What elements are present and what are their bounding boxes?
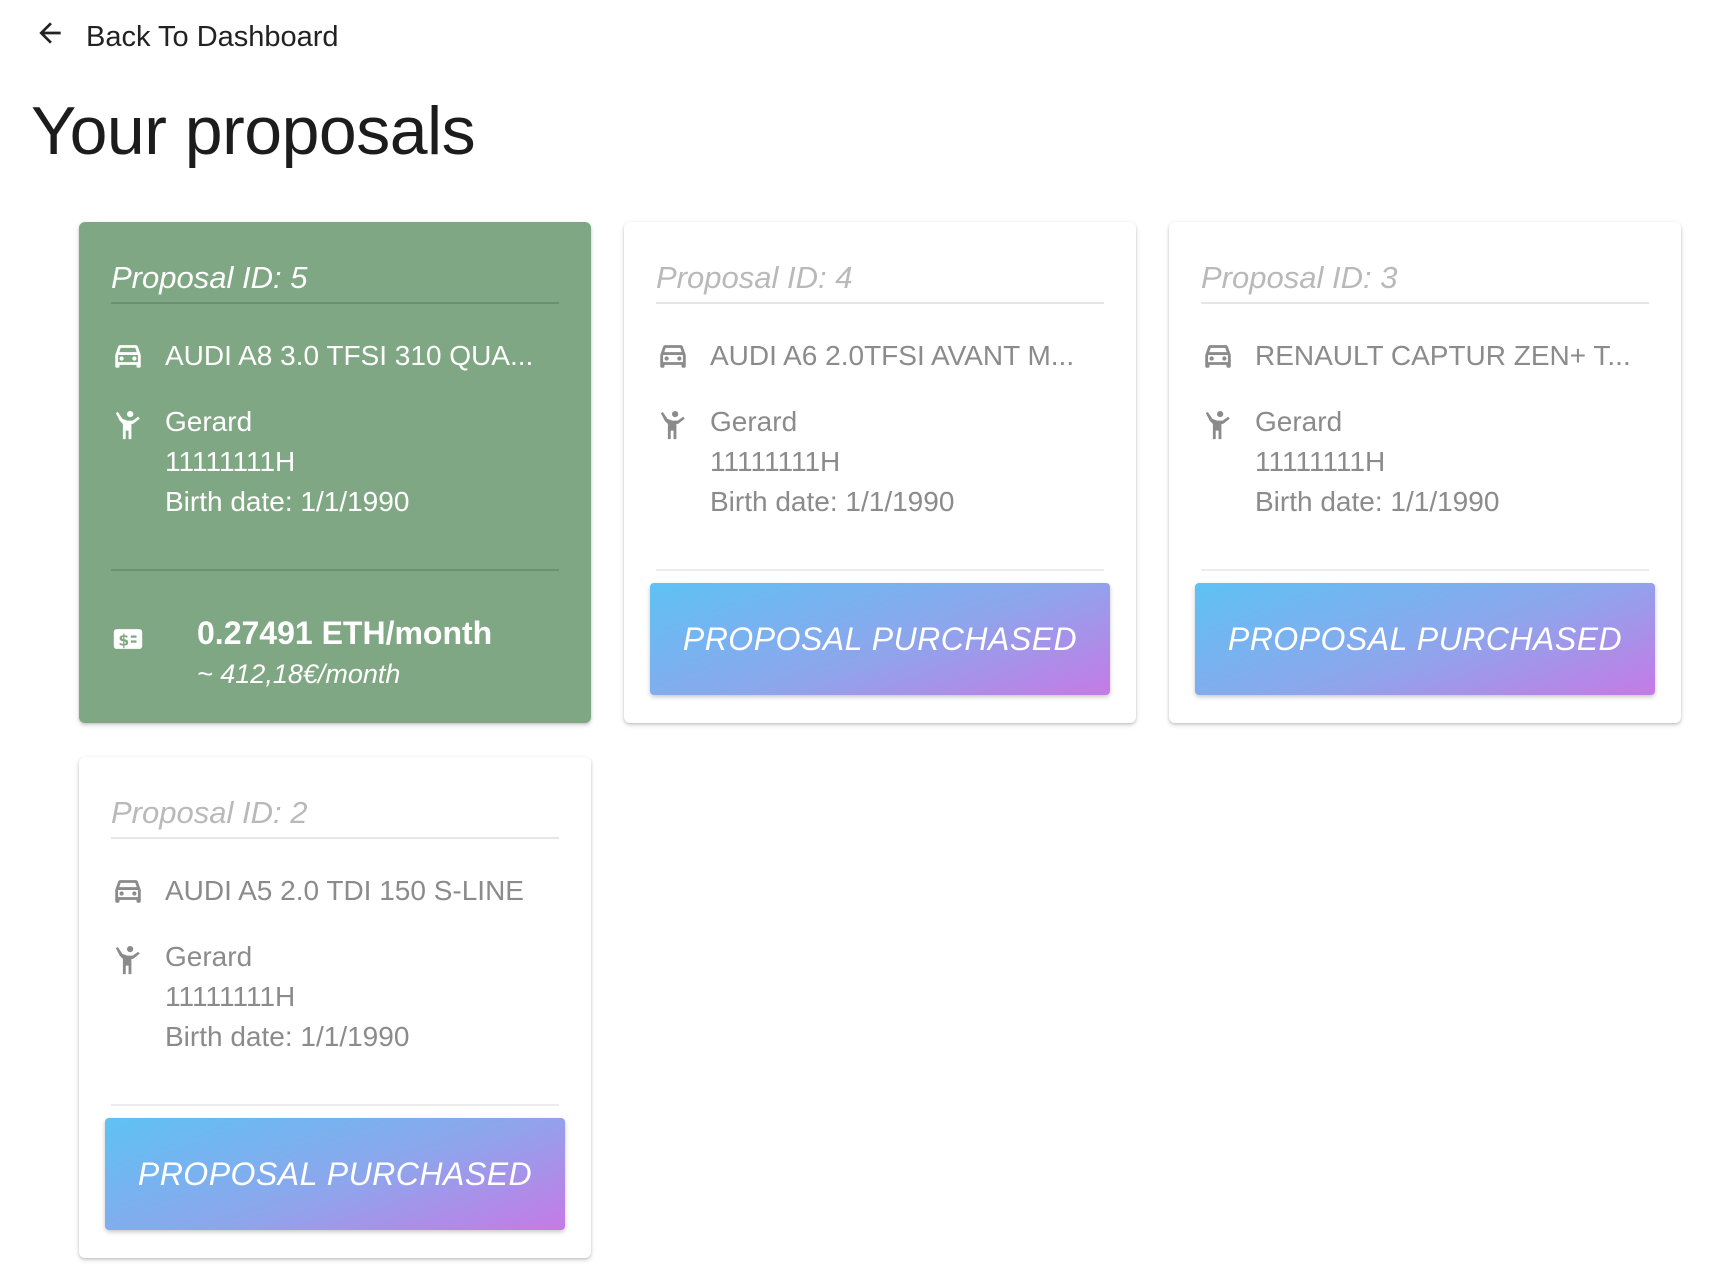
birth-date: Birth date: 1/1/1990: [710, 486, 955, 517]
person-icon: [111, 408, 145, 442]
back-link-label: Back To Dashboard: [86, 20, 339, 53]
proposal-card: Proposal ID: 2 AUDI A5 2.0 TDI 150 S-LIN…: [79, 757, 591, 1258]
person-icon: [1201, 408, 1235, 442]
person-info: Gerard 11111111H Birth date: 1/1/1990: [1255, 402, 1499, 522]
person-id: 11111111H: [1255, 446, 1386, 477]
money-icon: $: [111, 622, 145, 656]
person-icon: [111, 943, 145, 977]
car-row: AUDI A8 3.0 TFSI 310 QUA...: [111, 336, 533, 376]
person-id: 11111111H: [710, 446, 841, 477]
card-divider: [111, 569, 559, 571]
proposal-id-title: Proposal ID: 4: [656, 260, 1104, 304]
car-row: AUDI A6 2.0TFSI AVANT M...: [656, 336, 1074, 376]
proposal-card: Proposal ID: 3 RENAULT CAPTUR ZEN+ T... …: [1169, 222, 1681, 723]
card-divider: [656, 569, 1104, 571]
car-icon: [111, 873, 145, 907]
price-row: $ 0.27491 ETH/month ~ 412,18€/month: [111, 612, 492, 694]
svg-text:$: $: [118, 631, 129, 649]
card-divider: [111, 1104, 559, 1106]
car-row: RENAULT CAPTUR ZEN+ T...: [1201, 336, 1631, 376]
price-eur: ~ 412,18€/month: [197, 659, 401, 689]
person-info: Gerard 11111111H Birth date: 1/1/1990: [165, 937, 409, 1057]
card-divider: [1201, 569, 1649, 571]
price-info: 0.27491 ETH/month ~ 412,18€/month: [197, 612, 492, 694]
person-name: Gerard: [165, 406, 253, 437]
proposals-page: Back To Dashboard Your proposals Proposa…: [0, 0, 1710, 1286]
proposal-id-title: Proposal ID: 3: [1201, 260, 1649, 304]
person-name: Gerard: [165, 941, 253, 972]
page-title: Your proposals: [31, 93, 476, 169]
proposal-id-title: Proposal ID: 5: [111, 260, 559, 304]
car-name: RENAULT CAPTUR ZEN+ T...: [1255, 340, 1631, 371]
car-icon: [1201, 338, 1235, 372]
back-to-dashboard-link[interactable]: Back To Dashboard: [34, 14, 339, 60]
proposal-card: Proposal ID: 4 AUDI A6 2.0TFSI AVANT M..…: [624, 222, 1136, 723]
car-icon: [111, 338, 145, 372]
birth-date: Birth date: 1/1/1990: [1255, 486, 1500, 517]
proposal-card-selected[interactable]: Proposal ID: 5 AUDI A8 3.0 TFSI 310 QUA.…: [79, 222, 591, 723]
person-icon: [656, 408, 690, 442]
proposal-purchased-button[interactable]: PROPOSAL PURCHASED: [1195, 583, 1655, 695]
person-info: Gerard 11111111H Birth date: 1/1/1990: [710, 402, 954, 522]
proposal-purchased-button[interactable]: PROPOSAL PURCHASED: [650, 583, 1110, 695]
person-info: Gerard 11111111H Birth date: 1/1/1990: [165, 402, 409, 522]
person-name: Gerard: [1255, 406, 1343, 437]
person-id: 11111111H: [165, 981, 296, 1012]
car-row: AUDI A5 2.0 TDI 150 S-LINE: [111, 871, 524, 911]
proposal-id-title: Proposal ID: 2: [111, 795, 559, 839]
car-name: AUDI A8 3.0 TFSI 310 QUA...: [165, 340, 534, 371]
car-icon: [656, 338, 690, 372]
person-name: Gerard: [710, 406, 798, 437]
birth-date: Birth date: 1/1/1990: [165, 486, 410, 517]
arrow-left-icon: [34, 17, 66, 57]
person-row: Gerard 11111111H Birth date: 1/1/1990: [111, 937, 409, 1057]
person-row: Gerard 11111111H Birth date: 1/1/1990: [111, 402, 409, 522]
car-name: AUDI A6 2.0TFSI AVANT M...: [710, 340, 1075, 371]
person-row: Gerard 11111111H Birth date: 1/1/1990: [1201, 402, 1499, 522]
birth-date: Birth date: 1/1/1990: [165, 1021, 410, 1052]
person-row: Gerard 11111111H Birth date: 1/1/1990: [656, 402, 954, 522]
car-name: AUDI A5 2.0 TDI 150 S-LINE: [165, 875, 524, 906]
proposal-purchased-button[interactable]: PROPOSAL PURCHASED: [105, 1118, 565, 1230]
price-eth: 0.27491 ETH/month: [197, 615, 493, 651]
person-id: 11111111H: [165, 446, 296, 477]
